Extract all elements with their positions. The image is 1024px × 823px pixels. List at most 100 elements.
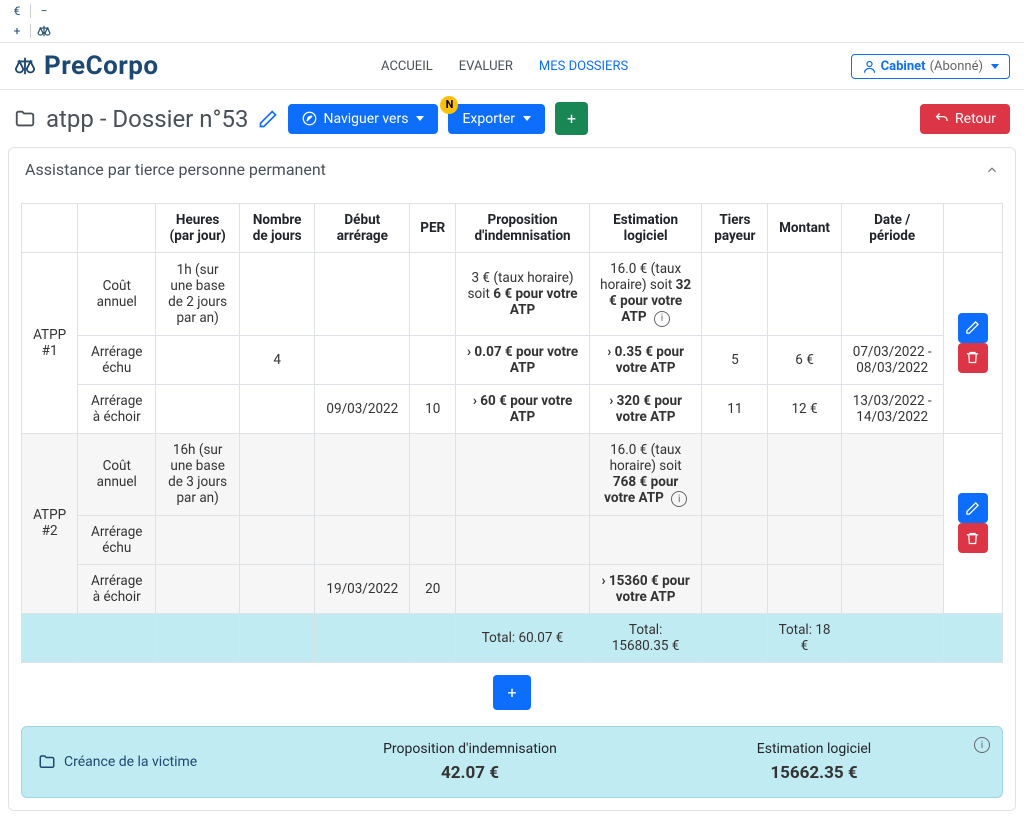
cell-tiers: 5 [702, 335, 768, 384]
cell-proposition: › 60 € pour votre ATP [456, 384, 590, 433]
th-jours: Nombre de jours [239, 204, 314, 253]
row-label: Arrérage à échoir [78, 384, 156, 433]
table-row: Arrérage échu [22, 516, 1003, 565]
table-row: Arrérage échu 4 › 0.07 € pour votre ATP … [22, 335, 1003, 384]
th-date: Date / période [841, 204, 943, 253]
back-arrow-icon [934, 111, 949, 126]
summary-proposition: Proposition d'indemnisation 42.07 € [298, 741, 642, 783]
cell-date: 07/03/2022 - 08/03/2022 [841, 335, 943, 384]
table-row: ATPP #1 Coût annuel 1h (sur une base de … [22, 253, 1003, 336]
actions-cell [943, 433, 1002, 614]
row-label: Arrérage à échoir [78, 565, 156, 614]
cell-per: 10 [410, 384, 456, 433]
cell-heures: 1h (sur une base de 2 jours par an) [156, 253, 240, 336]
delete-button[interactable] [958, 343, 988, 373]
edit-button[interactable] [958, 313, 988, 343]
trash-icon [965, 350, 980, 365]
cabinet-dropdown[interactable]: Cabinet(Abonné) [851, 54, 1010, 79]
logo[interactable]: PreCorpo [14, 51, 159, 81]
cabinet-sub: (Abonné) [930, 59, 983, 74]
nav-accueil[interactable]: ACCUEIL [381, 59, 433, 74]
table-header-row: Heures (par jour) Nombre de jours Début … [22, 204, 1003, 253]
nav-evaluer[interactable]: EVALUER [459, 59, 513, 74]
row-label: Arrérage échu [78, 516, 156, 565]
th-tiers: Tiers payeur [702, 204, 768, 253]
cell-proposition: 3 € (taux horaire) soit 6 € pour votre A… [456, 253, 590, 336]
summary-left: Créance de la victime [38, 753, 298, 771]
edit-button[interactable] [958, 493, 988, 523]
th-heures: Heures (par jour) [156, 204, 240, 253]
th-montant: Montant [768, 204, 841, 253]
page-title: atpp - Dossier n°53 [14, 105, 278, 133]
compass-icon [302, 111, 317, 126]
euro-icon: € [8, 2, 26, 20]
retour-button[interactable]: Retour [920, 104, 1010, 134]
summary-left-label: Créance de la victime [64, 754, 197, 770]
exporter-label: Exporter [462, 111, 515, 127]
info-icon[interactable]: i [671, 491, 687, 507]
add-button[interactable]: + [555, 102, 588, 135]
total-row: Total: 60.07 € Total: 15680.35 € Total: … [22, 614, 1003, 663]
cell-debut: 19/03/2022 [315, 565, 410, 614]
atpp1-label: ATPP #1 [22, 253, 78, 434]
logo-text: PreCorpo [44, 51, 159, 81]
cell-estimation: › 15360 € pour votre ATP [589, 565, 701, 614]
cell-jours: 4 [239, 335, 314, 384]
summary-est-label: Estimation logiciel [642, 741, 986, 757]
user-icon [862, 59, 877, 74]
naviguer-button[interactable]: Naviguer vers [288, 104, 438, 134]
th-per: PER [410, 204, 456, 253]
row-label: Arrérage échu [78, 335, 156, 384]
pencil-icon [965, 320, 980, 335]
cell-per: 20 [410, 565, 456, 614]
summary-prop-label: Proposition d'indemnisation [298, 741, 642, 757]
atpp2-label: ATPP #2 [22, 433, 78, 614]
info-icon[interactable]: i [654, 311, 670, 327]
scales-icon [14, 55, 36, 77]
panel-header[interactable]: Assistance par tierce personne permanent [9, 148, 1015, 191]
th-actions [943, 204, 1002, 253]
plus-icon: + [507, 683, 516, 702]
folder-icon [14, 108, 36, 130]
summary-estimation: Estimation logiciel 15662.35 € [642, 741, 986, 783]
cell-estimation: › 0.35 € pour votre ATP [589, 335, 701, 384]
cell-estimation: 16.0 € (taux horaire) soit 32 € pour vot… [589, 253, 701, 336]
plus-icon: + [567, 109, 576, 128]
cell-tiers: 11 [702, 384, 768, 433]
cell-estimation: 16.0 € (taux horaire) soit 768 € pour vo… [589, 433, 701, 516]
cell-estimation: › 320 € pour votre ATP [589, 384, 701, 433]
exporter-button[interactable]: N Exporter [448, 104, 545, 134]
actions-cell [943, 253, 1002, 434]
total-montant: Total: 18 € [768, 614, 841, 663]
summary-est-value: 15662.35 € [642, 763, 986, 783]
table-row: ATPP #2 Coût annuel 16h (sur une base de… [22, 433, 1003, 516]
th-blank2 [78, 204, 156, 253]
row-label: Coût annuel [78, 253, 156, 336]
nav: ACCUEIL EVALUER MES DOSSIERS [381, 59, 628, 74]
chevron-down-icon [991, 64, 999, 69]
cell-montant: 12 € [768, 384, 841, 433]
total-proposition: Total: 60.07 € [456, 614, 590, 663]
retour-label: Retour [955, 111, 996, 127]
cell-debut: 09/03/2022 [315, 384, 410, 433]
minus-icon: − [35, 2, 53, 20]
cell-proposition: › 0.07 € pour votre ATP [456, 335, 590, 384]
add-row-button[interactable]: + [493, 675, 530, 710]
top-util-bar: € − + [0, 0, 1024, 43]
atpp-table: Heures (par jour) Nombre de jours Début … [21, 203, 1003, 663]
pencil-icon [965, 501, 980, 516]
main-header: PreCorpo ACCUEIL EVALUER MES DOSSIERS Ca… [0, 43, 1024, 90]
info-icon[interactable]: i [974, 737, 990, 753]
chevron-up-icon [985, 163, 999, 177]
cell-date: 13/03/2022 - 14/03/2022 [841, 384, 943, 433]
row-label: Coût annuel [78, 433, 156, 516]
naviguer-label: Naviguer vers [323, 111, 408, 127]
edit-icon[interactable] [258, 109, 278, 129]
th-estimation: Estimation logiciel [589, 204, 701, 253]
panel-title: Assistance par tierce personne permanent [25, 160, 326, 179]
table-row: Arrérage à échoir 09/03/2022 10 › 60 € p… [22, 384, 1003, 433]
nav-mesdossiers[interactable]: MES DOSSIERS [539, 59, 628, 74]
new-badge: N [440, 96, 458, 114]
delete-button[interactable] [958, 523, 988, 553]
summary-box: Créance de la victime Proposition d'inde… [21, 726, 1003, 798]
